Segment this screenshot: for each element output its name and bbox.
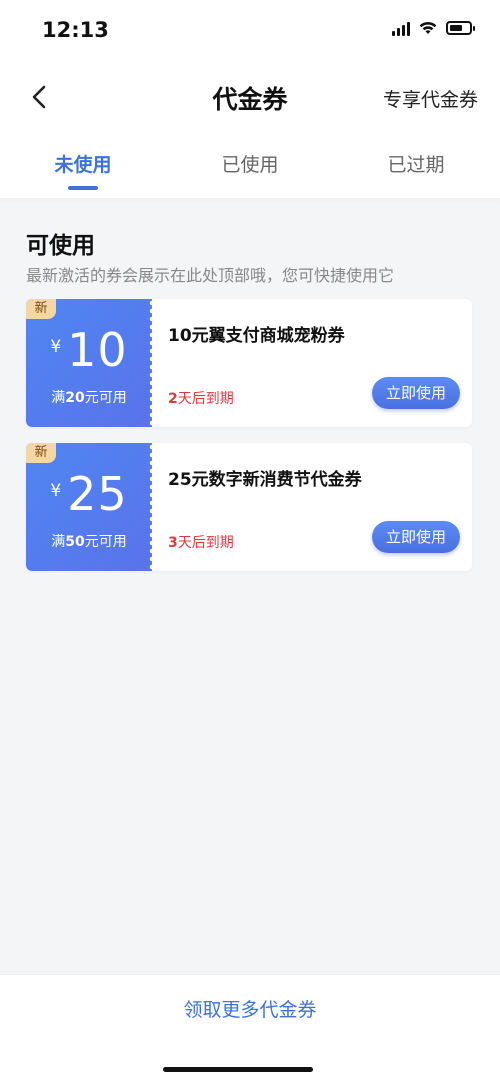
home-indicator[interactable] bbox=[163, 1067, 313, 1072]
new-badge: 新 bbox=[26, 299, 56, 319]
signal-icon bbox=[392, 20, 410, 36]
tab-used[interactable]: 已使用 bbox=[167, 150, 333, 177]
coupon-card[interactable]: 新 ¥25 满50元可用 25元数字新消费节代金券 3天后到期 立即使用 bbox=[26, 443, 472, 571]
coupon-name: 25元数字新消费节代金券 bbox=[168, 470, 362, 490]
currency-symbol: ¥ bbox=[50, 481, 62, 501]
get-more-coupons-link[interactable]: 领取更多代金券 bbox=[0, 995, 500, 1022]
amount-value: 10 bbox=[67, 323, 128, 377]
coupon-amount: ¥25 bbox=[26, 467, 152, 521]
coupon-condition: 满20元可用 bbox=[51, 390, 127, 406]
new-badge: 新 bbox=[26, 443, 56, 463]
use-now-button[interactable]: 立即使用 bbox=[372, 521, 460, 553]
battery-icon bbox=[446, 21, 475, 35]
coupon-card[interactable]: 新 ¥10 满20元可用 10元翼支付商城宠粉券 2天后到期 立即使用 bbox=[26, 299, 472, 427]
coupon-expiry: 2天后到期 bbox=[168, 391, 234, 407]
coupon-name: 10元翼支付商城宠粉券 bbox=[168, 326, 345, 346]
coupon-condition: 满50元可用 bbox=[51, 534, 127, 550]
bottom-bar: 领取更多代金券 bbox=[0, 974, 500, 1084]
exclusive-coupons-link[interactable]: 专享代金券 bbox=[383, 85, 478, 112]
coupon-amount: ¥10 bbox=[26, 323, 152, 377]
section-subtitle: 最新激活的券会展示在此处顶部哦，您可快捷使用它 bbox=[26, 266, 395, 285]
wifi-icon bbox=[419, 21, 437, 34]
tab-expired[interactable]: 已过期 bbox=[333, 150, 499, 177]
amount-value: 25 bbox=[67, 467, 128, 521]
status-icons bbox=[392, 20, 475, 36]
use-now-button[interactable]: 立即使用 bbox=[372, 377, 460, 409]
tab-unused[interactable]: 未使用 bbox=[0, 150, 166, 177]
coupon-expiry: 3天后到期 bbox=[168, 535, 234, 551]
section-title: 可使用 bbox=[26, 233, 95, 259]
tab-indicator bbox=[68, 186, 98, 190]
coupon-value-panel: 新 ¥25 满50元可用 bbox=[26, 443, 155, 571]
currency-symbol: ¥ bbox=[50, 337, 62, 357]
status-time: 12:13 bbox=[42, 18, 109, 42]
coupon-value-panel: 新 ¥10 满20元可用 bbox=[26, 299, 155, 427]
nav-bar: 代金券 专享代金券 bbox=[0, 62, 500, 132]
tab-bar: 未使用 已使用 已过期 bbox=[0, 132, 500, 198]
status-bar: 12:13 bbox=[0, 0, 500, 62]
